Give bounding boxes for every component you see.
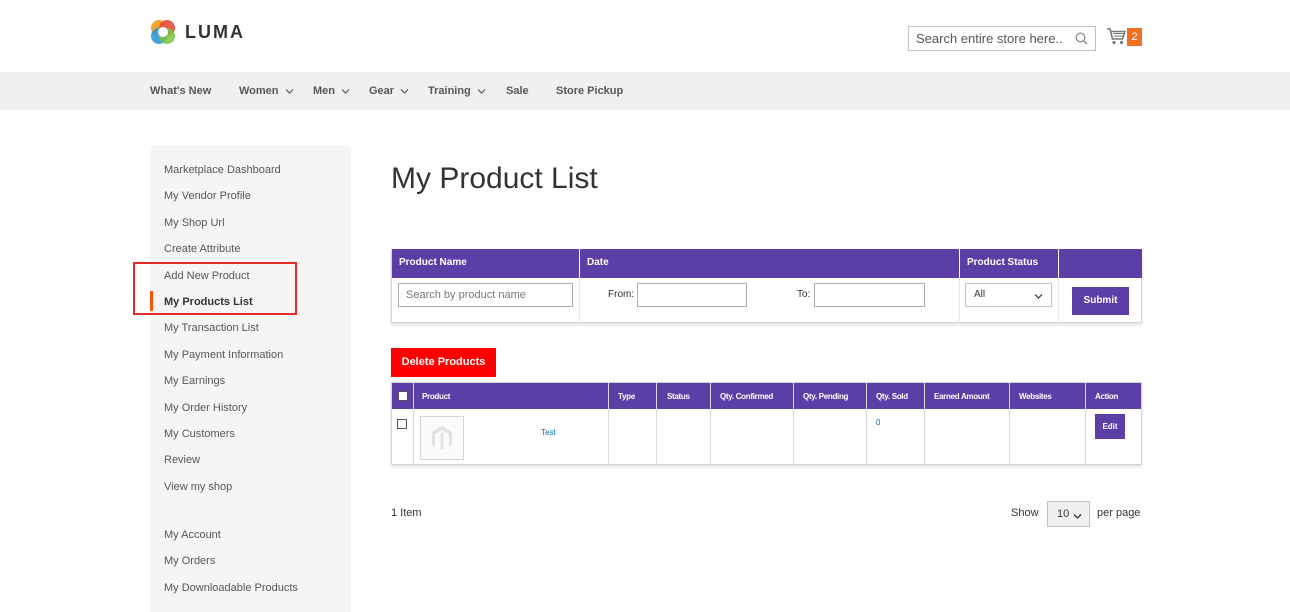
sidebar-item-marketplace-dashboard[interactable]: Marketplace Dashboard xyxy=(164,164,281,176)
sidebar-item-customers[interactable]: My Customers xyxy=(164,428,235,440)
chevron-down-icon xyxy=(477,88,486,94)
nav-item-label: What's New xyxy=(150,84,212,97)
column-header-qty-sold[interactable]: Qty. Sold xyxy=(876,392,908,401)
sidebar-item-earnings[interactable]: My Earnings xyxy=(164,375,225,387)
sidebar-item-shop-url[interactable]: My Shop Url xyxy=(164,217,225,229)
cart-icon[interactable] xyxy=(1107,27,1126,45)
sidebar-item-downloadable-products[interactable]: My Downloadable Products xyxy=(164,582,298,594)
to-label: To: xyxy=(797,289,811,300)
account-sidebar: Marketplace Dashboard My Vendor Profile … xyxy=(150,146,351,612)
column-header-action: Action xyxy=(1095,392,1119,401)
column-divider xyxy=(793,383,794,465)
column-divider xyxy=(1009,383,1010,465)
column-divider xyxy=(413,383,414,465)
nav-item-label: Training xyxy=(428,84,471,97)
sidebar-item-payment-information[interactable]: My Payment Information xyxy=(164,349,283,361)
product-table: Product Type Status Qty. Confirmed Qty. … xyxy=(391,382,1142,465)
column-header-earned-amount[interactable]: Earned Amount xyxy=(934,392,990,401)
site-header: LUMA 2 xyxy=(0,0,1290,72)
chevron-down-icon xyxy=(285,88,293,94)
date-to-input[interactable] xyxy=(814,283,925,307)
chevron-down-icon xyxy=(1034,294,1043,299)
delete-products-button[interactable]: Delete Products xyxy=(391,348,496,377)
nav-item-label: Gear xyxy=(369,84,395,97)
edit-button[interactable]: Edit xyxy=(1095,414,1125,439)
nav-item-training[interactable]: Training xyxy=(428,72,486,110)
column-divider xyxy=(924,383,925,465)
filter-header-product-status: Product Status xyxy=(959,249,1058,278)
nav-item-label: Store Pickup xyxy=(556,84,624,97)
chevron-down-icon xyxy=(341,88,350,94)
column-divider xyxy=(959,278,960,323)
date-from-input[interactable] xyxy=(637,283,747,307)
sidebar-item-transaction-list[interactable]: My Transaction List xyxy=(164,322,259,334)
sidebar-item-vendor-profile[interactable]: My Vendor Profile xyxy=(164,190,251,202)
column-divider xyxy=(1058,278,1059,323)
chevron-down-icon xyxy=(1073,514,1082,519)
filter-header-product-name: Product Name xyxy=(392,249,579,278)
filter-header-date: Date xyxy=(579,249,959,278)
product-thumbnail[interactable] xyxy=(420,416,464,460)
product-status-select[interactable]: All xyxy=(965,283,1052,307)
column-divider xyxy=(608,383,609,465)
nav-item-whats-new[interactable]: What's New xyxy=(150,72,211,110)
column-divider xyxy=(656,383,657,465)
column-header-type[interactable]: Type xyxy=(618,392,635,401)
per-page-select[interactable]: 10 xyxy=(1047,501,1090,527)
column-divider xyxy=(866,383,867,465)
sidebar-item-my-orders[interactable]: My Orders xyxy=(164,555,215,567)
status-select-value: All xyxy=(974,289,986,300)
show-label: Show xyxy=(1011,507,1039,519)
nav-item-sale[interactable]: Sale xyxy=(506,72,529,110)
logo[interactable]: LUMA xyxy=(150,19,245,45)
from-label: From: xyxy=(608,289,635,300)
search-box xyxy=(908,26,1096,51)
sidebar-item-review[interactable]: Review xyxy=(164,454,200,466)
brand-name: LUMA xyxy=(185,21,245,42)
column-header-qty-pending[interactable]: Qty. Pending xyxy=(803,392,848,401)
nav-item-gear[interactable]: Gear xyxy=(369,72,409,110)
highlight-annotation-box xyxy=(133,262,297,315)
nav-item-men[interactable]: Men xyxy=(313,72,350,110)
column-header-websites[interactable]: Websites xyxy=(1019,392,1052,401)
sidebar-item-create-attribute[interactable]: Create Attribute xyxy=(164,243,240,255)
column-header-qty-confirmed[interactable]: Qty. Confirmed xyxy=(720,392,773,401)
search-input[interactable] xyxy=(916,31,1066,46)
table-header-row: Product Type Status Qty. Confirmed Qty. … xyxy=(392,383,1141,409)
product-placeholder-icon xyxy=(432,426,452,450)
item-count: 1 Item xyxy=(391,507,422,519)
column-header-product[interactable]: Product xyxy=(422,392,450,401)
per-page-label: per page xyxy=(1097,507,1141,519)
product-name-link[interactable]: Test xyxy=(541,428,556,437)
row-select-checkbox[interactable] xyxy=(397,419,407,429)
nav-item-store-pickup[interactable]: Store Pickup xyxy=(556,72,623,110)
nav-item-label: Sale xyxy=(506,84,529,97)
cart-count-badge[interactable]: 2 xyxy=(1127,28,1142,46)
page-title: My Product List xyxy=(391,162,598,195)
luma-logo-icon xyxy=(151,20,175,44)
search-icon[interactable] xyxy=(1075,32,1088,45)
nav-item-label: Women xyxy=(239,84,279,97)
chevron-down-icon xyxy=(400,88,409,94)
nav-item-women[interactable]: Women xyxy=(239,72,294,110)
main-navigation: What's New Women Men Gear Training Sale … xyxy=(0,72,1290,110)
sidebar-item-my-account[interactable]: My Account xyxy=(164,529,221,541)
qty-sold-link[interactable]: 0 xyxy=(876,418,880,427)
per-page-value: 10 xyxy=(1057,508,1070,520)
column-divider xyxy=(710,383,711,465)
submit-button[interactable]: Submit xyxy=(1072,287,1129,315)
column-divider xyxy=(1085,383,1086,465)
nav-item-label: Men xyxy=(313,84,335,97)
filter-header-empty xyxy=(1058,249,1142,278)
sidebar-item-order-history[interactable]: My Order History xyxy=(164,402,247,414)
sidebar-item-view-my-shop[interactable]: View my shop xyxy=(164,481,232,493)
column-header-status[interactable]: Status xyxy=(667,392,690,401)
column-divider xyxy=(579,278,580,323)
product-filter-table: Product Name Date Product Status From: T… xyxy=(391,249,1142,323)
select-all-checkbox[interactable] xyxy=(398,391,408,401)
product-name-search-input[interactable] xyxy=(398,283,573,307)
